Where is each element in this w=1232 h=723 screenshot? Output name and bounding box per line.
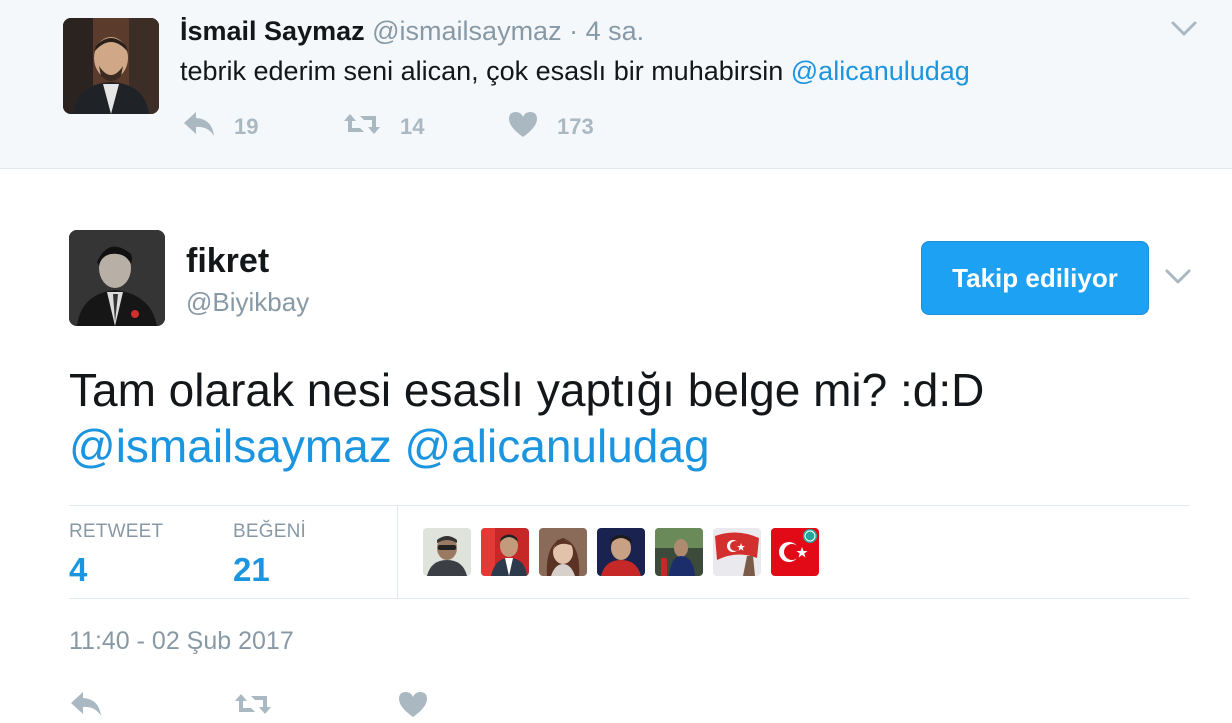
mention-link[interactable]: @alicanuludag — [405, 420, 710, 472]
liker-avatar[interactable] — [655, 528, 703, 576]
reply-icon[interactable] — [69, 690, 103, 723]
author-avatar[interactable] — [69, 230, 165, 326]
liker-avatar[interactable] — [423, 528, 471, 576]
tweet-text: Tam olarak nesi esaslı yaptığı belge mi?… — [69, 362, 984, 474]
author-name[interactable]: fikret — [186, 242, 269, 281]
chevron-down-icon[interactable] — [1170, 18, 1198, 45]
retweet-stat-label: RETWEET — [69, 521, 164, 542]
liker-avatars — [423, 528, 819, 576]
divider — [69, 598, 1189, 599]
parent-author-name[interactable]: İsmail Saymaz — [180, 16, 365, 46]
parent-mention-link[interactable]: @alicanuludag — [791, 56, 970, 86]
retweet-action[interactable]: 14 — [342, 110, 424, 144]
divider — [397, 505, 398, 599]
retweet-icon[interactable] — [233, 690, 273, 723]
tweet-timestamp[interactable]: 11:40 - 02 Şub 2017 — [69, 627, 294, 656]
reply-icon — [182, 110, 216, 144]
chevron-down-icon[interactable] — [1164, 266, 1192, 293]
parent-author-handle[interactable]: @ismailsaymaz — [372, 16, 561, 46]
following-button[interactable]: Takip ediliyor — [921, 241, 1149, 315]
tweet-mentions-line: @ismailsaymaz @alicanuludag — [69, 418, 984, 474]
like-action[interactable]: 173 — [507, 110, 594, 144]
reply-count: 19 — [234, 114, 259, 139]
parent-tweet-text: tebrik ederim seni alican, çok esaslı bi… — [180, 56, 970, 87]
liker-avatar[interactable] — [481, 528, 529, 576]
divider — [69, 505, 1189, 506]
parent-avatar[interactable] — [63, 18, 159, 114]
parent-text-body: tebrik ederim seni alican, çok esaslı bi… — [180, 56, 791, 86]
header-separator: · — [569, 16, 579, 46]
liker-avatar[interactable] — [539, 528, 587, 576]
like-stat-label: BEĞENİ — [233, 521, 306, 542]
retweet-count: 14 — [400, 114, 425, 139]
liker-avatar[interactable] — [713, 528, 761, 576]
reply-action[interactable]: 19 — [182, 110, 258, 144]
author-handle[interactable]: @Biyikbay — [186, 287, 309, 318]
heart-icon — [507, 110, 539, 144]
tweet-text-line: Tam olarak nesi esaslı yaptığı belge mi?… — [69, 364, 985, 416]
like-count: 173 — [557, 114, 594, 139]
parent-header: İsmail Saymaz @ismailsaymaz · 4 sa. — [180, 16, 644, 47]
retweet-stat-value[interactable]: 4 — [69, 551, 87, 589]
retweet-icon — [342, 110, 382, 144]
like-stat-value[interactable]: 21 — [233, 551, 270, 589]
parent-timestamp[interactable]: 4 sa. — [586, 16, 645, 46]
liker-avatar[interactable] — [597, 528, 645, 576]
liker-avatar[interactable] — [771, 528, 819, 576]
parent-tweet[interactable]: İsmail Saymaz @ismailsaymaz · 4 sa. tebr… — [0, 0, 1232, 169]
heart-icon[interactable] — [397, 690, 429, 723]
mention-link[interactable]: @ismailsaymaz — [69, 420, 392, 472]
